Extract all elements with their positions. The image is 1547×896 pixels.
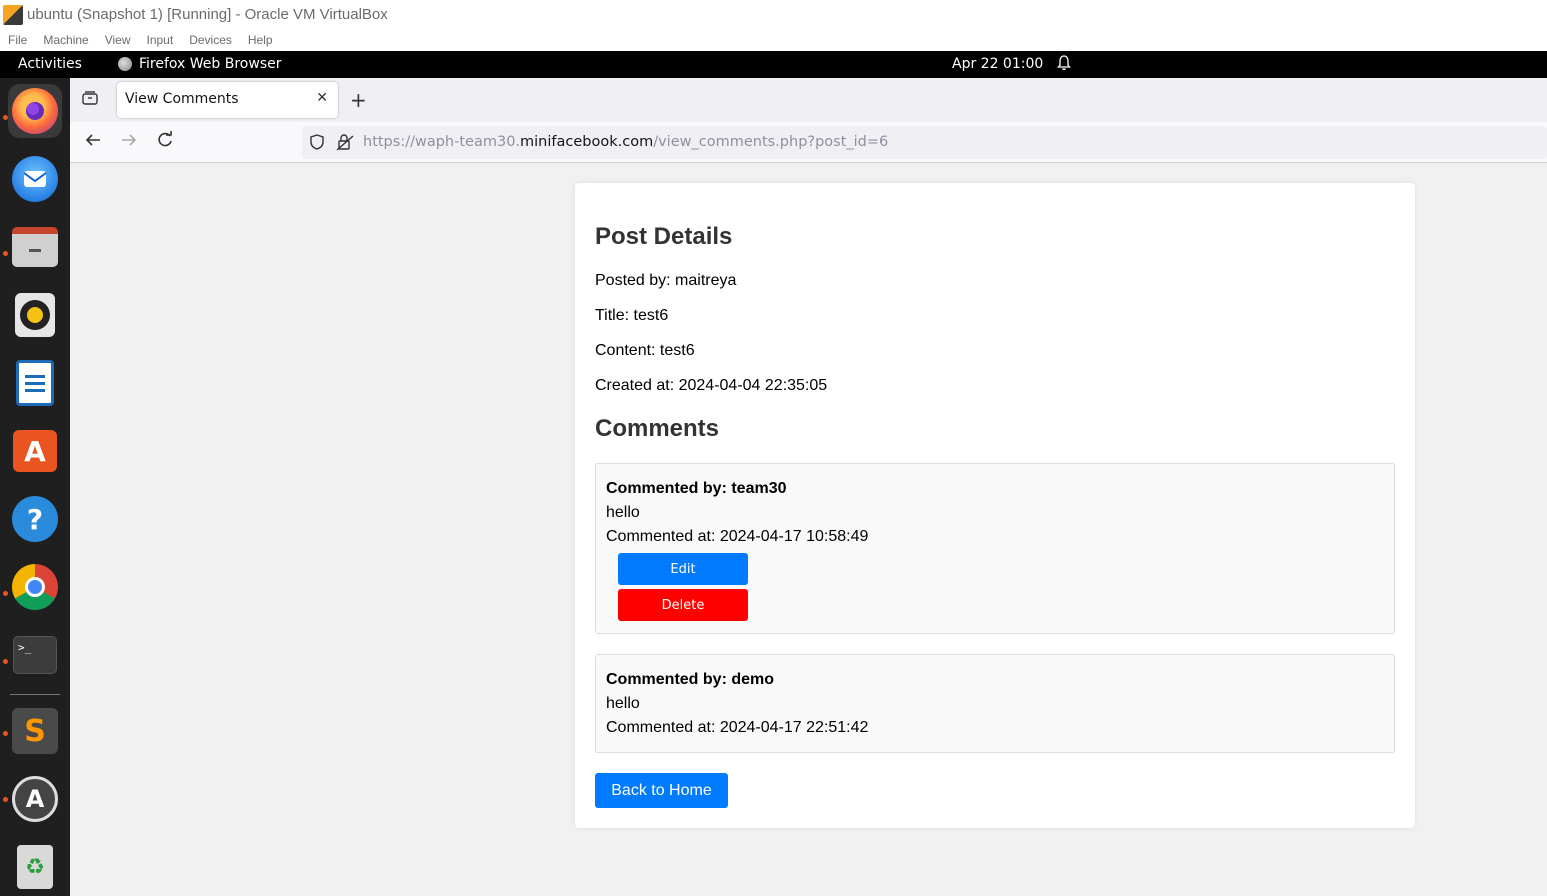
menu-input[interactable]: Input <box>147 33 174 47</box>
terminal-icon: >_ <box>13 636 57 674</box>
menu-devices[interactable]: Devices <box>189 33 232 47</box>
software-updater-icon: A <box>12 776 58 822</box>
thunderbird-icon <box>12 156 58 202</box>
post-title: Title: test6 <box>595 307 669 324</box>
files-icon <box>12 227 58 267</box>
browser-nav-bar: https://waph-team30.minifacebook.com/vie… <box>70 122 1547 163</box>
app-center-icon: A <box>13 430 57 472</box>
post-content: Content: test6 <box>595 342 695 359</box>
writer-icon <box>16 360 54 406</box>
dock-app-center[interactable]: A <box>8 424 62 478</box>
sublime-text-icon: S <box>12 708 58 754</box>
post-created-at: Created at: 2024-04-04 22:35:05 <box>595 377 828 394</box>
reload-icon[interactable] <box>156 131 174 154</box>
url-prefix: https://waph-team30. <box>363 134 521 150</box>
dock-separator <box>10 694 60 695</box>
page-viewport: Post Details Posted by: maitreya Title: … <box>70 163 1547 896</box>
app-menu[interactable]: Firefox Web Browser <box>118 56 282 72</box>
virtualbox-logo-icon <box>3 4 23 25</box>
comment-time: Commented at: 2024-04-17 22:51:42 <box>606 719 869 736</box>
menu-help[interactable]: Help <box>248 33 273 47</box>
insecure-lock-icon[interactable] <box>336 133 354 151</box>
delete-comment-button[interactable]: Delete <box>618 589 748 621</box>
dock-rhythmbox[interactable] <box>8 288 62 342</box>
firefox-icon <box>12 88 58 134</box>
dock-terminal[interactable]: >_ <box>8 628 62 682</box>
dock-firefox[interactable] <box>8 84 62 138</box>
back-arrow-icon[interactable] <box>84 131 102 154</box>
back-to-home-button[interactable]: Back to Home <box>595 773 728 808</box>
post-container: Post Details Posted by: maitreya Title: … <box>575 183 1415 828</box>
comment-card: Commented by: demo hello Commented at: 2… <box>595 654 1395 753</box>
edit-comment-button[interactable]: Edit <box>618 553 748 585</box>
dock-files[interactable] <box>8 220 62 274</box>
bell-icon[interactable] <box>1057 55 1071 75</box>
tracking-protection-shield-icon[interactable] <box>310 134 324 150</box>
tab-overview-icon[interactable] <box>80 90 100 110</box>
post-author: Posted by: maitreya <box>595 272 737 289</box>
comments-heading: Comments <box>595 415 720 442</box>
chrome-icon <box>12 564 58 610</box>
url-domain: minifacebook.com <box>520 134 654 150</box>
menu-file[interactable]: File <box>8 33 27 47</box>
forward-arrow-icon[interactable] <box>120 131 138 154</box>
close-tab-icon[interactable]: ✕ <box>316 90 328 106</box>
menu-machine[interactable]: Machine <box>43 33 88 47</box>
tab-title: View Comments <box>125 91 239 107</box>
address-bar[interactable]: https://waph-team30.minifacebook.com/vie… <box>302 126 1547 159</box>
trash-icon: ♻ <box>17 845 53 889</box>
comment-author: Commented by: team30 <box>606 480 787 497</box>
dock-thunderbird[interactable] <box>8 152 62 206</box>
dock-chrome[interactable] <box>8 560 62 614</box>
dock-sublime-text[interactable]: S <box>8 704 62 758</box>
rhythmbox-icon <box>15 293 55 337</box>
dock-help[interactable]: ? <box>8 492 62 546</box>
comment-time: Commented at: 2024-04-17 10:58:49 <box>606 528 869 545</box>
dock-trash[interactable]: ♻ <box>8 840 62 894</box>
vbox-title-bar: ubuntu (Snapshot 1) [Running] - Oracle V… <box>0 0 1547 29</box>
comment-author: Commented by: demo <box>606 671 775 688</box>
dock-software-updater[interactable]: A <box>8 772 62 826</box>
clock[interactable]: Apr 22 01:00 <box>952 56 1043 72</box>
activities-button[interactable]: Activities <box>18 56 82 72</box>
new-tab-icon[interactable]: + <box>350 88 367 112</box>
ubuntu-top-bar: Activities Firefox Web Browser Apr 22 01… <box>0 51 1547 78</box>
app-menu-label: Firefox Web Browser <box>139 56 282 72</box>
dock-writer[interactable] <box>8 356 62 410</box>
window-title: ubuntu (Snapshot 1) [Running] - Oracle V… <box>27 6 388 23</box>
url-text: https://waph-team30.minifacebook.com/vie… <box>363 134 888 150</box>
vbox-menu-bar: File Machine View Input Devices Help <box>0 29 1547 51</box>
comment-text: hello <box>606 695 640 712</box>
comment-text: hello <box>606 504 640 521</box>
menu-view[interactable]: View <box>105 33 131 47</box>
help-icon: ? <box>12 496 58 542</box>
tab-view-comments[interactable]: View Comments ✕ <box>117 82 338 118</box>
post-details-heading: Post Details <box>595 223 733 250</box>
url-path: /view_comments.php?post_id=6 <box>653 134 889 150</box>
firefox-small-icon <box>118 57 132 71</box>
browser-tab-bar: View Comments ✕ + <box>70 78 1547 122</box>
ubuntu-dock: A ? >_ S A ♻ <box>0 78 70 896</box>
comment-card: Commented by: team30 hello Commented at:… <box>595 463 1395 634</box>
